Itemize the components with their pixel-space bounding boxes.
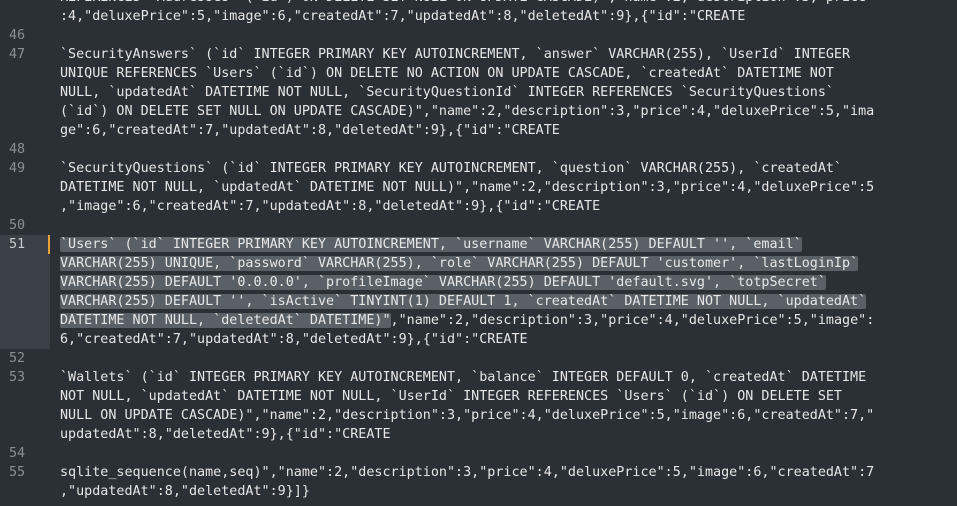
code-segment: :4,"deluxePrice":5,"image":6,"createdAt"…: [60, 9, 746, 24]
code-segment: `SecurityQuestions` (`id` INTEGER PRIMAR…: [60, 161, 842, 176]
code-segment: NULL ON UPDATE CASCADE)","name":2,"descr…: [60, 408, 875, 423]
selected-text: DATETIME NOT NULL, `deletedAt` DATETIME)…: [60, 313, 391, 328]
selected-text: `Users` (`id` INTEGER PRIMARY KEY AUTOIN…: [60, 237, 802, 252]
selected-text: VARCHAR(255) UNIQUE, `password` VARCHAR(…: [60, 256, 859, 271]
line-code[interactable]: [50, 349, 957, 368]
editor-line[interactable]: 50: [0, 216, 957, 235]
line-code[interactable]: [50, 26, 957, 45]
line-number: 53: [0, 368, 50, 444]
code-segment: (`id`) ON DELETE SET NULL ON UPDATE CASC…: [60, 104, 875, 119]
line-code[interactable]: `Wallets` (`id` INTEGER PRIMARY KEY AUTO…: [50, 368, 957, 444]
line-number: 55: [0, 463, 50, 501]
editor-line[interactable]: 49 `SecurityQuestions` (`id` INTEGER PRIM…: [0, 159, 957, 216]
line-code[interactable]: REFERENCES `Addresses` (`id`) ON DELETE …: [50, 0, 957, 26]
code-segment: ge":6,"createdAt":7,"updatedAt":8,"delet…: [60, 123, 560, 138]
editor-line[interactable]: 47 `SecurityAnswers` (`id` INTEGER PRIMAR…: [0, 45, 957, 140]
code-segment: ,"updatedAt":8,"deletedAt":9}]}: [60, 484, 310, 499]
code-text: ,"name":2,"description":3,"price":4,"del…: [390, 313, 875, 328]
editor-line[interactable]: 55 sqlite_sequence(name,seq)","name":2,"d…: [0, 463, 957, 501]
line-number: 51: [0, 235, 50, 349]
code-segment: REFERENCES `Addresses` (`id`) ON DELETE …: [60, 0, 957, 7]
line-code[interactable]: sqlite_sequence(name,seq)","name":2,"des…: [50, 463, 957, 501]
code-segment: `SecurityAnswers` (`id` INTEGER PRIMARY …: [60, 47, 851, 62]
caret-line-marker: [48, 235, 50, 254]
code-segment: NOT NULL, `updatedAt` DATETIME NOT NULL,…: [60, 389, 842, 404]
editor-line[interactable]: 51 `Users` (`id` INTEGER PRIMARY KEY AUTO…: [0, 235, 957, 349]
code-segment-selected: DATETIME NOT NULL, `deletedAt` DATETIME)…: [60, 311, 957, 330]
line-number: 50: [0, 216, 50, 235]
editor-line[interactable]: 48: [0, 140, 957, 159]
code-segment-selected: VARCHAR(255) DEFAULT '', `isActive` TINY…: [60, 292, 957, 311]
code-segment: ,"image":6,"createdAt":7,"updatedAt":8,"…: [60, 199, 601, 214]
line-code[interactable]: [50, 216, 957, 235]
code-segment-selected: `Users` (`id` INTEGER PRIMARY KEY AUTOIN…: [60, 235, 957, 254]
editor-lines: REFERENCES `Addresses` (`id`) ON DELETE …: [0, 0, 957, 501]
editor-line[interactable]: 54: [0, 444, 957, 463]
line-number: 54: [0, 444, 50, 463]
code-segment: sqlite_sequence(name,seq)","name":2,"des…: [60, 465, 875, 480]
line-code[interactable]: [50, 140, 957, 159]
editor-line[interactable]: 52: [0, 349, 957, 368]
line-code[interactable]: `SecurityQuestions` (`id` INTEGER PRIMAR…: [50, 159, 957, 216]
line-number: 46: [0, 26, 50, 45]
selected-text: VARCHAR(255) DEFAULT '', `isActive` TINY…: [60, 294, 867, 309]
code-segment: 6,"createdAt":7,"updatedAt":8,"deletedAt…: [60, 332, 528, 347]
code-editor[interactable]: REFERENCES `Addresses` (`id`) ON DELETE …: [0, 0, 957, 506]
code-segment: DATETIME NOT NULL, `updatedAt` DATETIME …: [60, 180, 875, 195]
line-code[interactable]: `SecurityAnswers` (`id` INTEGER PRIMARY …: [50, 45, 957, 140]
code-segment: `Wallets` (`id` INTEGER PRIMARY KEY AUTO…: [60, 370, 867, 385]
code-segment: NULL, `updatedAt` DATETIME NOT NULL, `Se…: [60, 85, 834, 100]
code-segment: updatedAt":8,"deletedAt":9},{"id":"CREAT…: [60, 427, 391, 442]
editor-line[interactable]: REFERENCES `Addresses` (`id`) ON DELETE …: [0, 0, 957, 26]
line-number: 47: [0, 45, 50, 140]
line-code[interactable]: `Users` (`id` INTEGER PRIMARY KEY AUTOIN…: [50, 235, 957, 349]
editor-line[interactable]: 46: [0, 26, 957, 45]
code-segment-selected: VARCHAR(255) DEFAULT '0.0.0.0', `profile…: [60, 273, 957, 292]
code-segment: UNIQUE REFERENCES `Users` (`id`) ON DELE…: [60, 66, 834, 81]
line-number: 52: [0, 349, 50, 368]
line-number: 49: [0, 159, 50, 216]
line-number: [0, 0, 50, 26]
code-segment-selected: VARCHAR(255) UNIQUE, `password` VARCHAR(…: [60, 254, 957, 273]
selected-text: VARCHAR(255) DEFAULT '0.0.0.0', `profile…: [60, 275, 826, 290]
line-code[interactable]: [50, 444, 957, 463]
editor-line[interactable]: 53 `Wallets` (`id` INTEGER PRIMARY KEY AU…: [0, 368, 957, 444]
line-number: 48: [0, 140, 50, 159]
